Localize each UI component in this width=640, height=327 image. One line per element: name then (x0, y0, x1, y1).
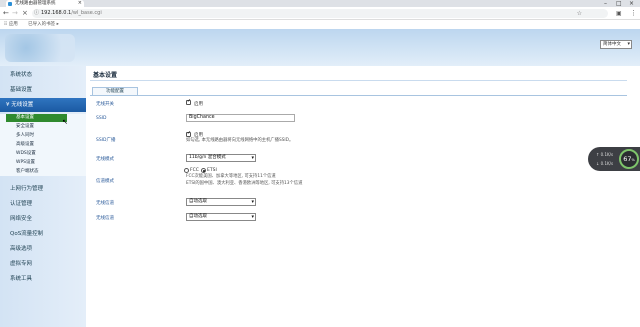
sidebar: 系统状态 基础设置 ¥ 无线设置 基本设置 安全设置 多人同时 高级设置 WDS… (0, 66, 86, 327)
close-window-icon[interactable]: × (629, 0, 634, 7)
sidebar-item-status[interactable]: 系统状态 (0, 68, 86, 82)
language-select[interactable]: 简体中文 (600, 40, 632, 49)
main-content: 基本设置 功能配置 无线开关 启用 SSID BigChance SSID广播 … (86, 66, 640, 327)
sidebar-item-qos[interactable]: QoS流量控制 (0, 227, 86, 241)
ssid-broadcast-label: SSID广播 (96, 138, 116, 143)
menu-icon[interactable]: ⋮ (630, 9, 637, 18)
download-speed: ↓ 0.1K/s (596, 161, 614, 166)
traffic-widget[interactable]: ↑ 0.1K/s ↓ 0.1K/s 67% (588, 147, 640, 171)
close-tab-icon[interactable]: × (78, 0, 82, 7)
ssid-label: SSID (96, 116, 107, 121)
extension-icon[interactable]: ▣ (616, 9, 622, 18)
url-path: /wl_base.cgi (71, 10, 102, 16)
etsi-radio[interactable] (201, 168, 206, 173)
tab-function-config[interactable]: 功能配置 (92, 87, 138, 95)
submenu-clients[interactable]: 客户端状态 (0, 168, 86, 176)
bandwidth-label: 无线信道 (96, 216, 114, 221)
reload-icon[interactable]: × (22, 9, 28, 18)
wireless-switch-label: 无线开关 (96, 102, 114, 107)
minimize-icon[interactable]: – (604, 0, 607, 7)
sidebar-item-wireless-label: 无线设置 (11, 102, 34, 108)
wireless-switch-checkbox[interactable] (186, 99, 191, 105)
wireless-submenu: 基本设置 安全设置 多人同时 高级设置 WDS设置 WPS设置 客户端状态 (0, 114, 86, 176)
browser-tab[interactable]: 无线路由器管理系统 × (6, 0, 84, 7)
submenu-advanced[interactable]: 高级设置 (0, 141, 86, 149)
channel-select[interactable]: 自动选取 (186, 198, 256, 206)
bookmarks-bar: ⠿ 应用 已导入的书签 ▸ (0, 20, 640, 29)
gauge-percent-sign: % (631, 158, 635, 162)
fcc-hint: FCC次能美国、加拿大等地区, 可支持11个信道 (186, 174, 276, 179)
channel-label: 无线信道 (96, 201, 114, 206)
router-header: 简体中文 (0, 29, 640, 66)
submenu-wps[interactable]: WPS设置 (0, 159, 86, 167)
country-label: 信道模式 (96, 179, 114, 184)
etsi-radio-label: ETSI (207, 168, 217, 173)
favicon-icon (8, 1, 12, 6)
router-logo (5, 34, 75, 62)
sidebar-item-basic[interactable]: 基础设置 (0, 83, 86, 97)
ssid-broadcast-hint: 如勾选, 本无线路由器将向无线网络中的主机广播SSID。 (186, 138, 294, 143)
tab-divider (90, 95, 627, 96)
bandwidth-select[interactable]: 自动选取 (186, 213, 256, 221)
fcc-radio-label: FCC (190, 168, 199, 173)
ssid-broadcast-checkbox[interactable] (186, 131, 191, 137)
sidebar-item-auth[interactable]: 认证管理 (0, 197, 86, 211)
address-bar-row: ← → × ⓘ 192.168.0.1/wl_base.cgi ☆ ▣ ⋮ (0, 7, 640, 20)
browser-tab-title: 无线路由器管理系统 (15, 1, 56, 6)
fcc-radio[interactable] (184, 168, 189, 173)
sidebar-item-tools[interactable]: 系统工具 (0, 272, 86, 286)
submenu-wds[interactable]: WDS设置 (0, 150, 86, 158)
sidebar-item-security[interactable]: 网络安全 (0, 212, 86, 226)
forward-icon[interactable]: → (12, 9, 18, 18)
memory-gauge: 67% (619, 149, 639, 169)
browser-tabbar: 无线路由器管理系统 × – □ × (0, 0, 640, 7)
url-input[interactable]: ⓘ 192.168.0.1/wl_base.cgi ☆ (32, 9, 608, 18)
wireless-mode-select[interactable]: 11b/g/n 混合模式 (186, 154, 256, 162)
title-divider (90, 80, 627, 81)
submenu-security[interactable]: 安全设置 (0, 123, 86, 131)
wireless-switch-text: 启用 (194, 102, 203, 107)
info-icon: ⓘ (34, 10, 40, 16)
mouse-cursor-icon: ↖ (62, 118, 68, 126)
page-title: 基本设置 (93, 72, 118, 79)
etsi-hint: ETSI的国中国、澳大利亚、香港欧洲等地区, 可支持13个信道 (186, 181, 303, 186)
sidebar-item-wireless[interactable]: ¥ 无线设置 (0, 98, 86, 112)
sidebar-item-behavior[interactable]: 上网行为管理 (0, 182, 86, 196)
url-host: 192.168.0.1 (41, 10, 72, 16)
submenu-multi-user[interactable]: 多人同时 (0, 132, 86, 140)
upload-speed: ↑ 0.1K/s (596, 152, 614, 157)
ssid-input[interactable]: BigChance (186, 114, 295, 122)
maximize-icon[interactable]: □ (616, 0, 622, 7)
sidebar-item-vpn[interactable]: 虚拟专网 (0, 257, 86, 271)
submenu-basic-settings[interactable]: 基本设置 (6, 114, 67, 122)
bookmarks-text[interactable]: 应用 已导入的书签 ▸ (9, 22, 59, 27)
sidebar-item-advanced[interactable]: 高级选项 (0, 242, 86, 256)
wireless-mode-label: 无线模式 (96, 157, 114, 162)
back-icon[interactable]: ← (3, 9, 9, 18)
bookmark-star-icon[interactable]: ☆ (577, 9, 582, 18)
